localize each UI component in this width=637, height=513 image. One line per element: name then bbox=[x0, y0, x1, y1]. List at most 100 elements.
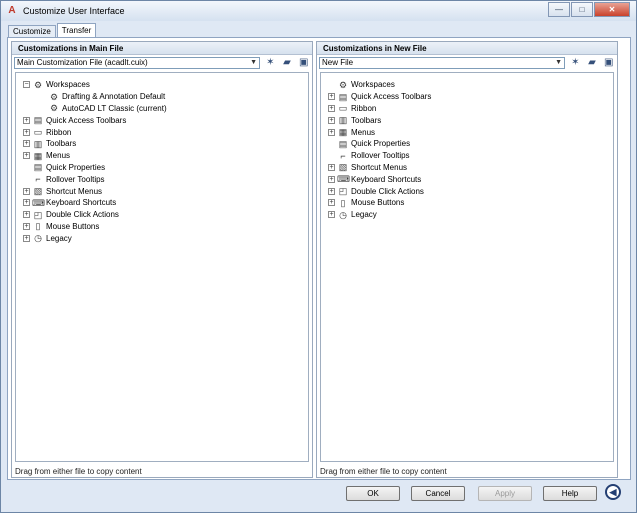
tree-node[interactable]: ⌐ Rollover Tooltips bbox=[16, 173, 308, 185]
tree-node-label: Workspaces bbox=[351, 80, 395, 90]
expand-icon[interactable]: + bbox=[328, 199, 335, 207]
tree-node-label: AutoCAD LT Classic (current) bbox=[62, 103, 167, 113]
workspaces-icon: ⚙ bbox=[33, 79, 43, 90]
tree-node-label: Ribbon bbox=[46, 127, 72, 137]
expand-icon[interactable]: + bbox=[23, 211, 30, 219]
tree-node[interactable]: + ◷ Legacy bbox=[16, 232, 308, 244]
expand-icon[interactable]: + bbox=[328, 104, 335, 112]
save-file-icon[interactable]: ▣ bbox=[602, 57, 615, 69]
new-file-tree[interactable]: ⚙ Workspaces + ▤ Quick Access Toolbars + ▭ Ribb… bbox=[320, 72, 614, 462]
toolbars-icon: ▥ bbox=[33, 138, 43, 149]
tree-node[interactable]: + ▧ Shortcut Menus bbox=[16, 185, 308, 197]
close-button[interactable]: ✕ bbox=[594, 2, 630, 17]
tree-node[interactable]: ⌐ Rollover Tooltips bbox=[321, 150, 613, 162]
expand-icon[interactable]: + bbox=[328, 116, 335, 124]
tree-node[interactable]: + ▦ Menus bbox=[321, 126, 613, 138]
new-file-icon[interactable]: ✶ bbox=[569, 57, 582, 69]
tab-transfer[interactable]: Transfer bbox=[56, 23, 97, 38]
tree-node[interactable]: ▤ Quick Properties bbox=[16, 162, 308, 174]
shortcut-menus-icon: ▧ bbox=[338, 162, 348, 173]
ok-button[interactable]: OK bbox=[346, 486, 400, 501]
expand-icon[interactable]: + bbox=[23, 128, 30, 136]
tree-node[interactable]: + ◷ Legacy bbox=[321, 209, 613, 221]
tree-node-label: Keyboard Shortcuts bbox=[351, 174, 422, 184]
expand-icon[interactable]: + bbox=[23, 199, 30, 207]
dropdown-arrow-icon: ▼ bbox=[555, 59, 562, 66]
tree-node[interactable]: + ◰ Double Click Actions bbox=[321, 185, 613, 197]
tree-node[interactable]: ▤ Quick Properties bbox=[321, 138, 613, 150]
save-file-icon[interactable]: ▣ bbox=[297, 57, 310, 69]
tree-node[interactable]: − ⚙ Workspaces bbox=[16, 79, 308, 91]
expand-icon[interactable]: + bbox=[328, 175, 335, 183]
tree-node[interactable]: ⚙ Workspaces bbox=[321, 79, 613, 91]
tree-connector bbox=[23, 164, 30, 171]
tree-node-label: Double Click Actions bbox=[46, 210, 119, 220]
tree-node[interactable]: ⚙ Drafting & Annotation Default bbox=[16, 91, 308, 103]
rollover-tooltips-icon: ⌐ bbox=[35, 174, 41, 185]
menus-icon: ▦ bbox=[338, 127, 348, 138]
expand-icon[interactable]: + bbox=[328, 187, 335, 195]
tree-node[interactable]: + ◰ Double Click Actions bbox=[16, 209, 308, 221]
tree-node[interactable]: + ⌨ Keyboard Shortcuts bbox=[16, 197, 308, 209]
tree-node[interactable]: + ⌨ Keyboard Shortcuts bbox=[321, 173, 613, 185]
expand-icon[interactable]: + bbox=[23, 152, 30, 160]
maximize-button[interactable]: □ bbox=[571, 2, 593, 17]
open-file-icon[interactable]: ▰ bbox=[586, 57, 599, 69]
expand-icon[interactable]: + bbox=[328, 93, 335, 101]
tree-node[interactable]: + ▭ Ribbon bbox=[321, 103, 613, 115]
new-file-panel: Customizations in New File New File ▼ ✶ … bbox=[316, 41, 618, 478]
menus-icon: ▦ bbox=[33, 150, 43, 161]
new-file-icon[interactable]: ✶ bbox=[264, 57, 277, 69]
transfer-tab-content: Customizations in Main File Main Customi… bbox=[7, 37, 631, 480]
tree-node[interactable]: + ▤ Quick Access Toolbars bbox=[321, 91, 613, 103]
tree-node-label: Toolbars bbox=[351, 115, 382, 125]
minimize-button[interactable]: — bbox=[548, 2, 570, 17]
window-controls: — □ ✕ bbox=[548, 2, 630, 17]
new-file-dropdown[interactable]: New File ▼ bbox=[319, 57, 565, 69]
cancel-button[interactable]: Cancel bbox=[411, 486, 465, 501]
expand-icon[interactable]: + bbox=[23, 140, 30, 148]
quick-access-toolbars-icon: ▤ bbox=[33, 115, 43, 126]
tree-node-label: Shortcut Menus bbox=[351, 162, 408, 172]
expand-icon[interactable]: + bbox=[23, 187, 30, 195]
tree-node[interactable]: ⚙ AutoCAD LT Classic (current) bbox=[16, 103, 308, 115]
collapse-panel-icon[interactable]: ◀ bbox=[605, 484, 621, 500]
tree-connector bbox=[328, 81, 335, 88]
help-button[interactable]: Help bbox=[543, 486, 597, 501]
collapse-icon[interactable]: − bbox=[23, 81, 30, 89]
tree-node[interactable]: + ▯ Mouse Buttons bbox=[16, 221, 308, 233]
expand-icon[interactable]: + bbox=[328, 211, 335, 219]
main-file-dropdown[interactable]: Main Customization File (acadlt.cuix) ▼ bbox=[14, 57, 260, 69]
tree-node[interactable]: + ▯ Mouse Buttons bbox=[321, 197, 613, 209]
main-file-hint: Drag from either file to copy content bbox=[15, 467, 142, 476]
tree-connector bbox=[39, 93, 46, 100]
tree-node[interactable]: + ▥ Toolbars bbox=[321, 114, 613, 126]
tree-node-label: Legacy bbox=[351, 210, 377, 220]
expand-icon[interactable]: + bbox=[23, 222, 30, 230]
keyboard-shortcuts-icon: ⌨ bbox=[337, 174, 350, 185]
tree-node[interactable]: + ▭ Ribbon bbox=[16, 126, 308, 138]
apply-button[interactable]: Apply bbox=[478, 486, 532, 501]
new-file-dropdown-value: New File bbox=[322, 58, 354, 67]
ribbon-icon: ▭ bbox=[338, 103, 348, 114]
expand-icon[interactable]: + bbox=[23, 234, 30, 242]
legacy-icon: ◷ bbox=[339, 209, 347, 220]
tree-node[interactable]: + ▦ Menus bbox=[16, 150, 308, 162]
expand-icon[interactable]: + bbox=[328, 163, 335, 171]
expand-icon[interactable]: + bbox=[328, 128, 335, 136]
main-file-header: Customizations in Main File bbox=[12, 42, 312, 55]
tree-node-label: Quick Access Toolbars bbox=[351, 92, 432, 102]
quick-properties-icon: ▤ bbox=[33, 162, 43, 173]
tree-node[interactable]: + ▤ Quick Access Toolbars bbox=[16, 114, 308, 126]
title-bar[interactable]: A Customize User Interface — □ ✕ bbox=[1, 1, 636, 21]
tree-connector bbox=[39, 105, 46, 112]
workspace-icon: ⚙ bbox=[49, 103, 59, 114]
open-file-icon[interactable]: ▰ bbox=[281, 57, 294, 69]
tree-node[interactable]: + ▧ Shortcut Menus bbox=[321, 162, 613, 174]
tree-node[interactable]: + ▥ Toolbars bbox=[16, 138, 308, 150]
main-file-tree[interactable]: − ⚙ Workspaces ⚙ Drafting & Annotation Defau… bbox=[15, 72, 309, 462]
new-file-hint: Drag from either file to copy content bbox=[320, 467, 447, 476]
expand-icon[interactable]: + bbox=[23, 116, 30, 124]
tree-node-label: Mouse Buttons bbox=[46, 221, 100, 231]
tree-node-label: Menus bbox=[46, 151, 71, 161]
